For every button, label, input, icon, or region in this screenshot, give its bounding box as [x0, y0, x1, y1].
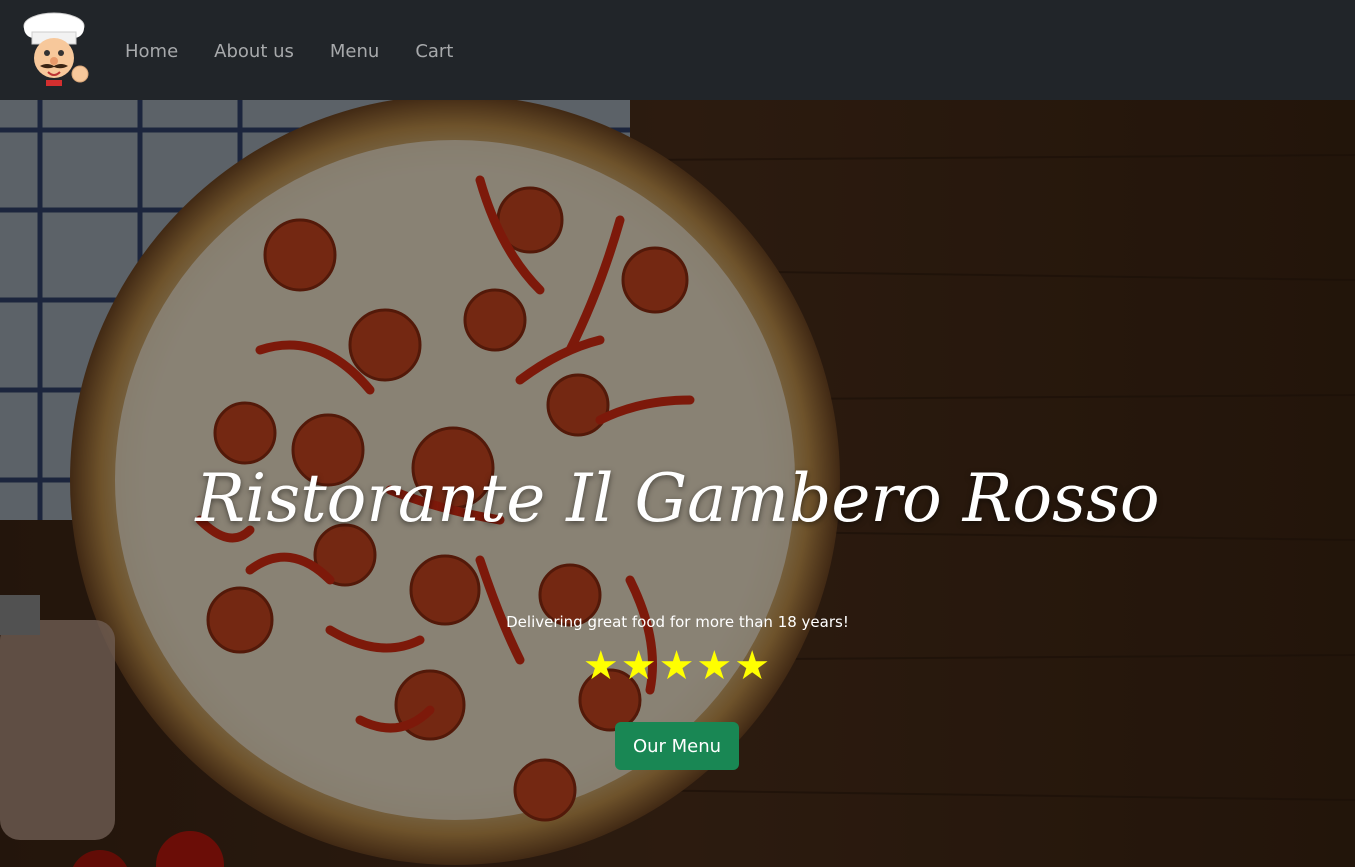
navbar: Home About us Menu Cart [0, 0, 1355, 100]
hero-title: Ristorante Il Gambero Rosso [195, 460, 1160, 537]
nav-links: Home About us Menu Cart [125, 38, 489, 66]
chef-logo-icon[interactable] [10, 8, 94, 92]
nav-about-link[interactable]: About us [214, 38, 294, 66]
rating-stars: ★★★★★ [582, 643, 773, 689]
nav-menu-link[interactable]: Menu [330, 38, 379, 66]
nav-home-link[interactable]: Home [125, 38, 178, 66]
hero-section: Ristorante Il Gambero Rosso Delivering g… [0, 100, 1355, 867]
nav-cart-link[interactable]: Cart [415, 38, 453, 66]
hero-subtitle: Delivering great food for more than 18 y… [506, 613, 849, 631]
our-menu-button[interactable]: Our Menu [615, 722, 739, 770]
